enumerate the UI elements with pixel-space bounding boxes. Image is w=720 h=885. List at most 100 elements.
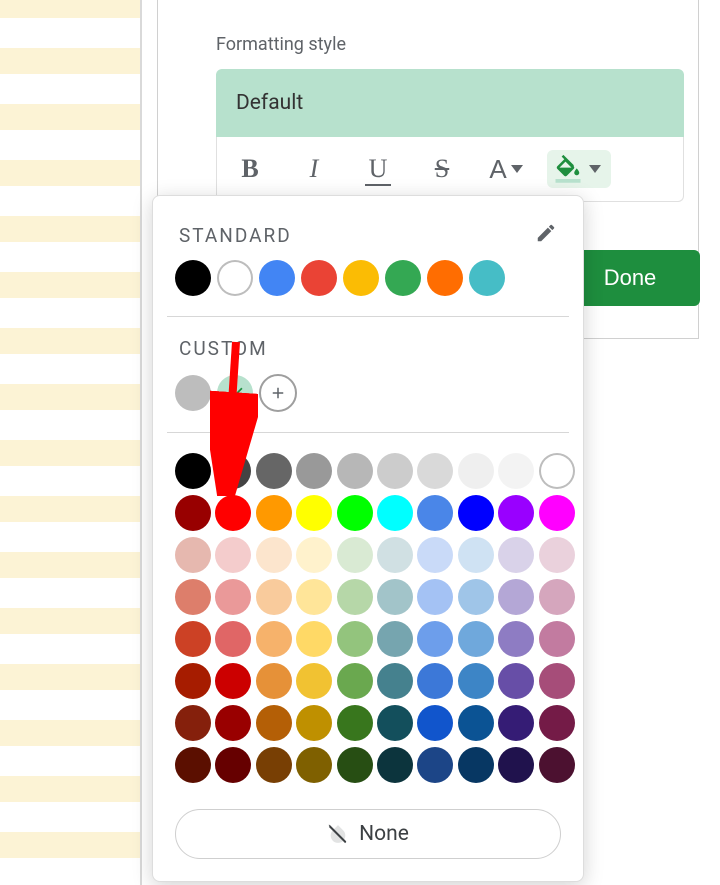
color-swatch[interactable] xyxy=(498,537,534,573)
color-swatch[interactable] xyxy=(175,260,211,296)
color-swatch[interactable] xyxy=(256,621,292,657)
italic-button[interactable]: I xyxy=(291,146,337,192)
color-swatch[interactable] xyxy=(256,495,292,531)
color-swatch[interactable] xyxy=(417,453,453,489)
color-swatch[interactable] xyxy=(296,621,332,657)
color-swatch[interactable] xyxy=(259,260,295,296)
fill-color-button[interactable] xyxy=(547,150,611,188)
color-swatch[interactable] xyxy=(175,663,211,699)
color-swatch[interactable] xyxy=(417,495,453,531)
style-preview-default[interactable]: Default xyxy=(216,69,684,137)
color-swatch[interactable] xyxy=(498,495,534,531)
color-swatch[interactable] xyxy=(498,579,534,615)
color-swatch[interactable] xyxy=(458,705,494,741)
color-swatch[interactable] xyxy=(458,621,494,657)
color-swatch[interactable] xyxy=(417,747,453,783)
color-swatch[interactable] xyxy=(377,495,413,531)
color-swatch[interactable] xyxy=(215,495,251,531)
color-swatch[interactable] xyxy=(215,747,251,783)
color-swatch[interactable] xyxy=(256,705,292,741)
color-swatch[interactable] xyxy=(377,747,413,783)
color-swatch[interactable] xyxy=(377,705,413,741)
color-swatch[interactable] xyxy=(498,621,534,657)
custom-color-swatch[interactable] xyxy=(175,375,211,411)
color-swatch[interactable] xyxy=(215,453,251,489)
color-swatch[interactable] xyxy=(417,621,453,657)
color-swatch[interactable] xyxy=(215,705,251,741)
color-swatch[interactable] xyxy=(458,453,494,489)
color-swatch[interactable] xyxy=(337,579,373,615)
strikethrough-button[interactable]: S xyxy=(419,146,465,192)
color-swatch[interactable] xyxy=(539,453,575,489)
color-swatch[interactable] xyxy=(175,621,211,657)
text-color-button[interactable]: A xyxy=(483,146,529,192)
color-swatch[interactable] xyxy=(337,453,373,489)
color-swatch[interactable] xyxy=(377,663,413,699)
color-swatch[interactable] xyxy=(215,537,251,573)
color-swatch[interactable] xyxy=(256,537,292,573)
color-swatch[interactable] xyxy=(256,453,292,489)
pencil-icon[interactable] xyxy=(535,222,557,248)
color-swatch[interactable] xyxy=(256,663,292,699)
color-swatch[interactable] xyxy=(427,260,463,296)
color-swatch[interactable] xyxy=(175,747,211,783)
color-swatch[interactable] xyxy=(458,747,494,783)
underline-button[interactable]: U xyxy=(355,146,401,192)
color-swatch[interactable] xyxy=(215,579,251,615)
add-custom-color-button[interactable] xyxy=(259,374,297,412)
no-color-button[interactable]: None xyxy=(175,809,561,859)
color-swatch[interactable] xyxy=(539,495,575,531)
color-swatch[interactable] xyxy=(498,705,534,741)
color-swatch[interactable] xyxy=(458,579,494,615)
color-swatch[interactable] xyxy=(175,705,211,741)
color-swatch[interactable] xyxy=(175,453,211,489)
color-swatch[interactable] xyxy=(296,453,332,489)
color-swatch[interactable] xyxy=(377,621,413,657)
color-swatch[interactable] xyxy=(539,747,575,783)
color-swatch[interactable] xyxy=(337,495,373,531)
color-swatch[interactable] xyxy=(337,663,373,699)
color-swatch[interactable] xyxy=(301,260,337,296)
color-swatch[interactable] xyxy=(377,579,413,615)
color-swatch[interactable] xyxy=(469,260,505,296)
color-swatch[interactable] xyxy=(215,663,251,699)
color-swatch[interactable] xyxy=(377,537,413,573)
color-swatch[interactable] xyxy=(217,260,253,296)
color-swatch[interactable] xyxy=(458,663,494,699)
color-swatch[interactable] xyxy=(539,537,575,573)
color-swatch[interactable] xyxy=(539,621,575,657)
color-swatch[interactable] xyxy=(296,579,332,615)
color-swatch[interactable] xyxy=(296,747,332,783)
color-swatch[interactable] xyxy=(175,537,211,573)
color-swatch[interactable] xyxy=(296,663,332,699)
color-swatch[interactable] xyxy=(337,705,373,741)
color-swatch[interactable] xyxy=(296,537,332,573)
color-swatch[interactable] xyxy=(458,537,494,573)
color-swatch[interactable] xyxy=(215,621,251,657)
color-swatch[interactable] xyxy=(498,663,534,699)
bold-button[interactable]: B xyxy=(227,146,273,192)
color-swatch[interactable] xyxy=(417,663,453,699)
color-swatch[interactable] xyxy=(539,663,575,699)
color-swatch[interactable] xyxy=(539,579,575,615)
color-swatch[interactable] xyxy=(175,495,211,531)
color-swatch[interactable] xyxy=(256,747,292,783)
color-swatch[interactable] xyxy=(498,747,534,783)
color-swatch[interactable] xyxy=(417,579,453,615)
color-swatch[interactable] xyxy=(296,705,332,741)
color-swatch[interactable] xyxy=(296,495,332,531)
color-swatch[interactable] xyxy=(498,453,534,489)
color-swatch[interactable] xyxy=(539,705,575,741)
color-swatch[interactable] xyxy=(256,579,292,615)
color-swatch[interactable] xyxy=(385,260,421,296)
color-swatch[interactable] xyxy=(417,537,453,573)
color-swatch[interactable] xyxy=(377,453,413,489)
color-swatch[interactable] xyxy=(417,705,453,741)
color-swatch[interactable] xyxy=(337,537,373,573)
color-swatch[interactable] xyxy=(458,495,494,531)
color-swatch[interactable] xyxy=(175,579,211,615)
color-swatch[interactable] xyxy=(337,747,373,783)
color-swatch[interactable] xyxy=(343,260,379,296)
color-swatch[interactable] xyxy=(337,621,373,657)
custom-color-swatch[interactable] xyxy=(217,375,253,411)
